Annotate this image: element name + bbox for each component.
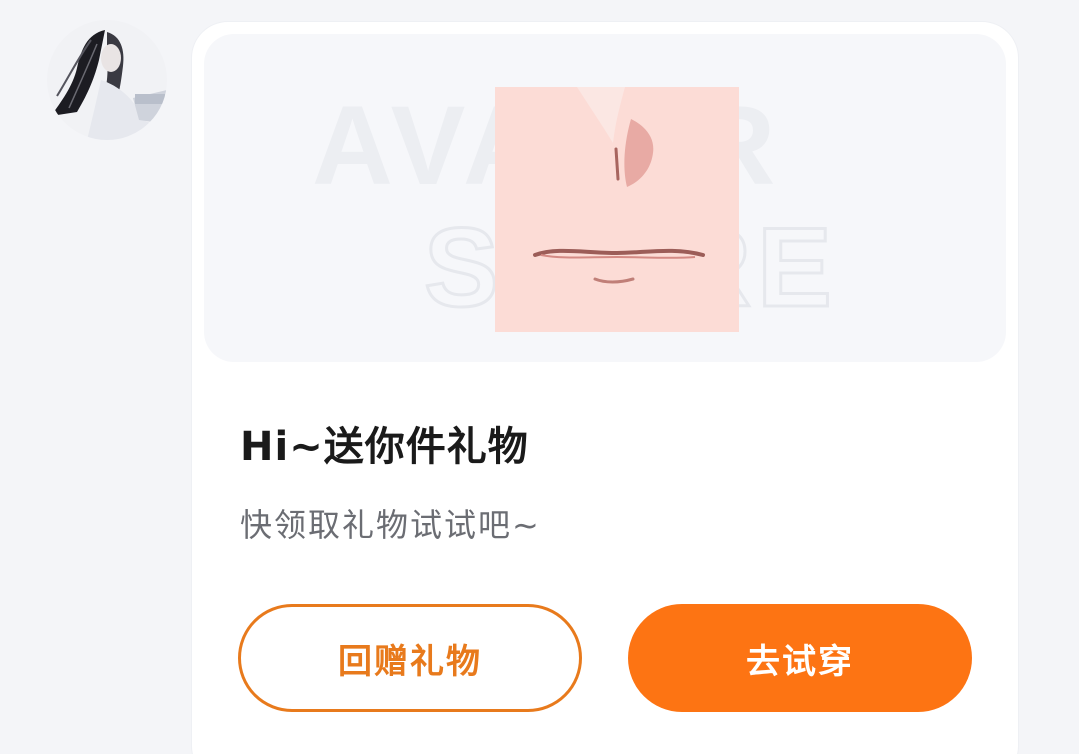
avatar-image	[47, 20, 167, 140]
gift-card: AVATAR STORE Hi~送你件礼物 快领取礼物试试吧~ 回赠礼物 去试穿	[192, 22, 1018, 754]
gift-subtitle: 快领取礼物试试吧~	[240, 506, 541, 544]
face-makeup-item-icon	[495, 87, 739, 332]
gift-preview: AVATAR STORE	[204, 34, 1006, 362]
chat-gift-message: AVATAR STORE Hi~送你件礼物 快领取礼物试试吧~ 回赠礼物 去试穿	[0, 0, 1079, 754]
sender-avatar[interactable]	[47, 20, 167, 140]
gift-title: Hi~送你件礼物	[240, 424, 529, 470]
try-on-button[interactable]: 去试穿	[628, 604, 972, 712]
return-gift-button[interactable]: 回赠礼物	[238, 604, 582, 712]
gift-item-thumbnail[interactable]	[495, 87, 739, 332]
